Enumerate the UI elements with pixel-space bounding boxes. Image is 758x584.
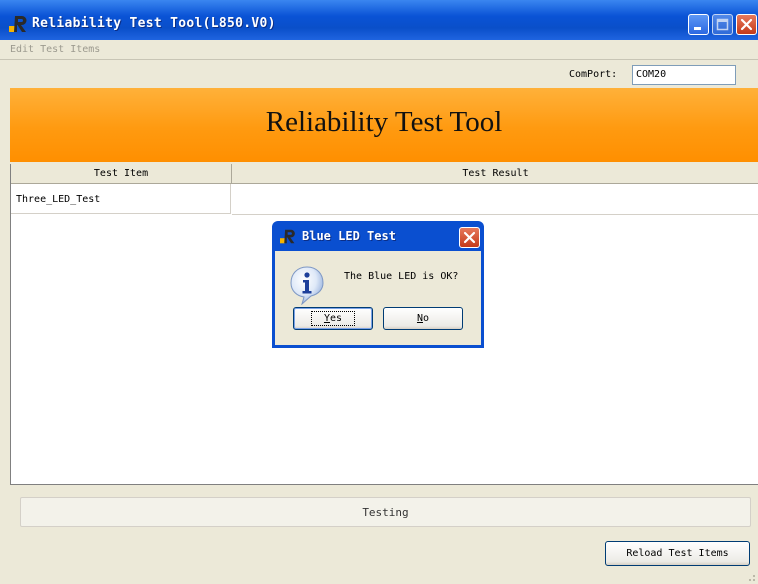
yes-button[interactable]: Yes	[293, 307, 373, 330]
maximize-button	[712, 14, 733, 35]
banner: Reliability Test Tool	[10, 88, 758, 162]
no-button[interactable]: No	[383, 307, 463, 330]
resize-grip-icon[interactable]	[746, 572, 756, 582]
app-r-icon	[280, 229, 295, 244]
dialog-body: The Blue LED is OK? Yes No	[275, 251, 481, 345]
dialog-close-button[interactable]	[459, 227, 480, 248]
menu-edit-test-items[interactable]: Edit Test Items	[10, 44, 100, 55]
minimize-icon	[694, 27, 701, 30]
app-r-icon	[9, 16, 27, 32]
no-button-label: No	[416, 313, 430, 324]
close-button[interactable]	[736, 14, 757, 35]
title-bar[interactable]: Reliability Test Tool(L850.V0)	[0, 0, 758, 40]
close-icon	[740, 18, 753, 31]
dialog-title: Blue LED Test	[302, 229, 396, 243]
comport-label: ComPort:	[569, 69, 618, 80]
table-cell-test-result[interactable]	[232, 184, 758, 215]
maximize-icon	[716, 18, 729, 31]
column-header-test-result[interactable]: Test Result	[232, 164, 758, 184]
close-icon	[463, 231, 476, 244]
banner-title: Reliability Test Tool	[265, 106, 503, 138]
comport-input[interactable]: COM20	[632, 65, 736, 85]
yes-button-label: Yes	[310, 311, 356, 326]
main-window: Reliability Test Tool(L850.V0) Edit Test…	[0, 0, 758, 584]
window-title: Reliability Test Tool(L850.V0)	[32, 16, 276, 31]
column-header-test-item[interactable]: Test Item	[11, 164, 232, 184]
dialog-message: The Blue LED is OK?	[344, 271, 459, 282]
dialog-title-bar[interactable]: Blue LED Test	[276, 221, 480, 251]
menu-bar: Edit Test Items	[0, 41, 758, 60]
table-cell-test-item[interactable]: Three_LED_Test	[11, 184, 231, 214]
reload-test-items-button[interactable]: Reload Test Items	[605, 541, 750, 566]
minimize-button[interactable]	[688, 14, 709, 35]
blue-led-test-dialog: Blue LED Test The Blue LED is OK? Yes No	[272, 221, 484, 348]
status-box: Testing	[20, 497, 751, 527]
info-icon	[290, 266, 324, 305]
